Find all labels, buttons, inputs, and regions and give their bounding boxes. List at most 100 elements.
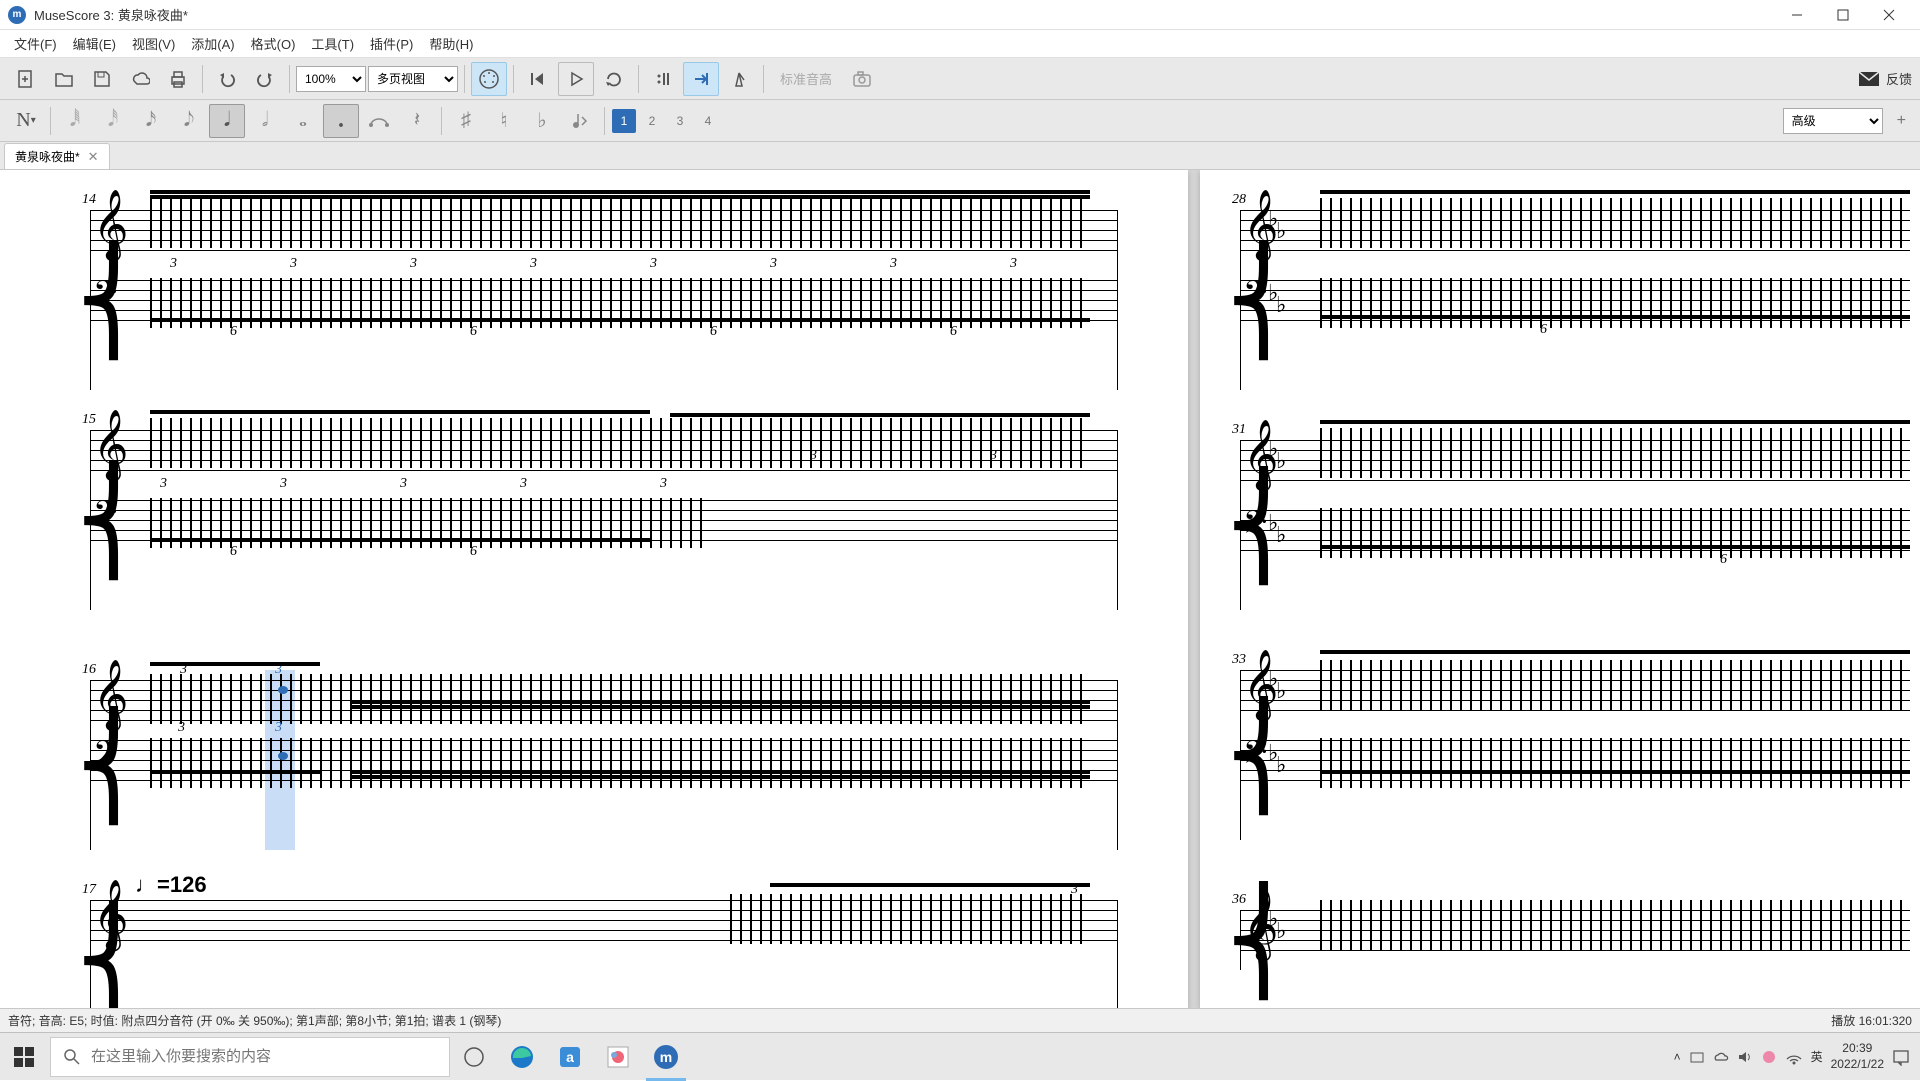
print-button[interactable] [160,62,196,96]
menu-help[interactable]: 帮助(H) [421,30,481,57]
brace-icon: ⎨ [76,680,88,850]
natural-button[interactable]: ♮ [486,104,522,138]
duration-dot-button[interactable]: . [323,104,359,138]
system-15[interactable]: 15 ⎨ 𝄞 3 3 3 3 3 3 3 [90,430,1118,610]
duration-half-button[interactable]: 𝅗𝅥 [247,104,283,138]
treble-clef-icon: 𝄞 [93,410,128,479]
loop-button[interactable] [596,62,632,96]
bass-clef-icon: 𝄢 [1243,735,1267,779]
midi-input-button[interactable] [471,62,507,96]
taskbar-search[interactable] [50,1037,450,1077]
repeat-button[interactable] [645,62,681,96]
musescore-taskbar-icon[interactable]: m [642,1033,690,1081]
ime-indicator[interactable]: 英 [1811,1048,1823,1065]
wifi-icon[interactable] [1785,1049,1803,1065]
save-button[interactable] [84,62,120,96]
brace-icon: ⎨ [1226,440,1238,610]
duration-32nd-button[interactable]: 𝅘𝅥𝅰 [95,104,131,138]
brace-icon: ⎨ [76,900,88,1008]
voice-3-button[interactable]: 3 [668,109,692,133]
tray-icon[interactable] [1689,1049,1705,1065]
voice-1-button[interactable]: 1 [612,109,636,133]
rest-button[interactable]: 𝄽 [399,104,435,138]
menu-format[interactable]: 格式(O) [243,30,304,57]
new-score-button[interactable] [8,62,44,96]
camera-button[interactable] [844,62,880,96]
sharp-button[interactable]: ♯ [448,104,484,138]
app-icon-1[interactable]: a [546,1033,594,1081]
system-14[interactable]: 14 ⎨ 𝄞 3 3 3 3 3 3 3 3 [90,210,1118,390]
titlebar: m MuseScore 3: 黄泉咏夜曲* [0,0,1920,30]
play-position: 播放 16:01:320 [1831,1012,1912,1029]
metronome-button[interactable] [721,62,757,96]
feedback-button[interactable]: 反馈 [1858,69,1912,88]
duration-whole-button[interactable]: 𝅝 [285,104,321,138]
page-left[interactable]: 14 ⎨ 𝄞 3 3 3 3 3 3 3 3 [0,170,1188,1008]
edge-icon[interactable] [498,1033,546,1081]
system-33[interactable]: 33 ⎨ 𝄞 ♭♭ 𝄢 ♭♭ [1240,670,1910,840]
rewind-button[interactable] [520,62,556,96]
workspace-select[interactable]: 高级 [1783,108,1883,134]
selected-note-icon[interactable] [278,686,288,694]
menu-tools[interactable]: 工具(T) [303,30,362,57]
tab-label: 黄泉咏夜曲* [15,148,80,165]
voice-2-button[interactable]: 2 [640,109,664,133]
brace-icon: ⎨ [76,210,88,390]
page-right[interactable]: 28 ⎨ 𝄞 ♭♭ 𝄢 ♭♭ 6 31 ⎨ [1200,170,1920,1008]
system-31[interactable]: 31 ⎨ 𝄞 ♭♭ 𝄢 ♭♭ 6 [1240,440,1910,610]
flat-button[interactable]: ♭ [524,104,560,138]
play-button[interactable] [558,62,594,96]
menu-add[interactable]: 添加(A) [183,30,242,57]
duration-8th-button[interactable]: 𝅘𝅥𝅮 [171,104,207,138]
zoom-select[interactable]: 100% [296,66,366,92]
menu-plugins[interactable]: 插件(P) [362,30,421,57]
start-button[interactable] [0,1033,48,1081]
menu-edit[interactable]: 编辑(E) [65,30,124,57]
brace-icon: ⎨ [1226,910,1238,970]
open-button[interactable] [46,62,82,96]
system-36[interactable]: 36 ⎨ 𝄞 ♭♭ [1240,910,1910,970]
close-button[interactable] [1866,0,1912,30]
system-28[interactable]: 28 ⎨ 𝄞 ♭♭ 𝄢 ♭♭ 6 [1240,210,1910,390]
undo-button[interactable] [209,62,245,96]
minimize-button[interactable] [1774,0,1820,30]
maximize-button[interactable] [1820,0,1866,30]
voice-4-button[interactable]: 4 [696,109,720,133]
score-canvas[interactable]: 14 ⎨ 𝄞 3 3 3 3 3 3 3 3 [0,170,1920,1008]
system-tray[interactable]: ˄ 英 中 20:39 2022/1/22 [1664,1041,1920,1072]
system-17[interactable]: 17 ♩=126 3 ⎨ 𝄞 [90,900,1118,1008]
tab-close-button[interactable]: ✕ [88,149,99,165]
add-workspace-button[interactable]: + [1891,112,1912,130]
menubar: 文件(F) 编辑(E) 视图(V) 添加(A) 格式(O) 工具(T) 插件(P… [0,30,1920,58]
treble-clef-icon: 𝄞 [93,880,128,949]
volume-icon[interactable] [1737,1049,1753,1065]
bass-clef-icon: 𝄢 [93,275,117,319]
note-input-mode-button[interactable]: N▾ [8,104,44,138]
system-16[interactable]: 16 ⎨ 𝄞 3 3 3 3 [90,680,1118,850]
onedrive-icon[interactable] [1713,1049,1729,1065]
menu-view[interactable]: 视图(V) [124,30,183,57]
tray-chevron-icon[interactable]: ˄ [1674,1050,1681,1064]
duration-quarter-button[interactable]: 𝅘𝅥 [209,104,245,138]
search-input[interactable] [91,1048,437,1065]
score-tab[interactable]: 黄泉咏夜曲* ✕ [4,143,110,169]
tabbar: 黄泉咏夜曲* ✕ [0,142,1920,170]
view-mode-select[interactable]: 多页视图 [368,66,458,92]
menu-file[interactable]: 文件(F) [6,30,65,57]
brace-icon: ⎨ [76,430,88,610]
bass-clef-icon: 𝄢 [1243,275,1267,319]
flip-button[interactable] [562,104,598,138]
duration-64th-button[interactable]: 𝅘𝅥𝅱 [57,104,93,138]
tie-button[interactable] [361,104,397,138]
duration-16th-button[interactable]: 𝅘𝅥𝅯 [133,104,169,138]
svg-text:m: m [660,1049,672,1065]
notifications-icon[interactable] [1892,1048,1910,1066]
redo-button[interactable] [247,62,283,96]
pan-button[interactable] [683,62,719,96]
clock[interactable]: 20:39 2022/1/22 [1831,1041,1884,1072]
cloud-button[interactable] [122,62,158,96]
cortana-icon[interactable] [450,1033,498,1081]
selected-note-icon[interactable] [278,752,288,760]
tray-app-icon[interactable] [1761,1049,1777,1065]
app-icon-2[interactable] [594,1033,642,1081]
